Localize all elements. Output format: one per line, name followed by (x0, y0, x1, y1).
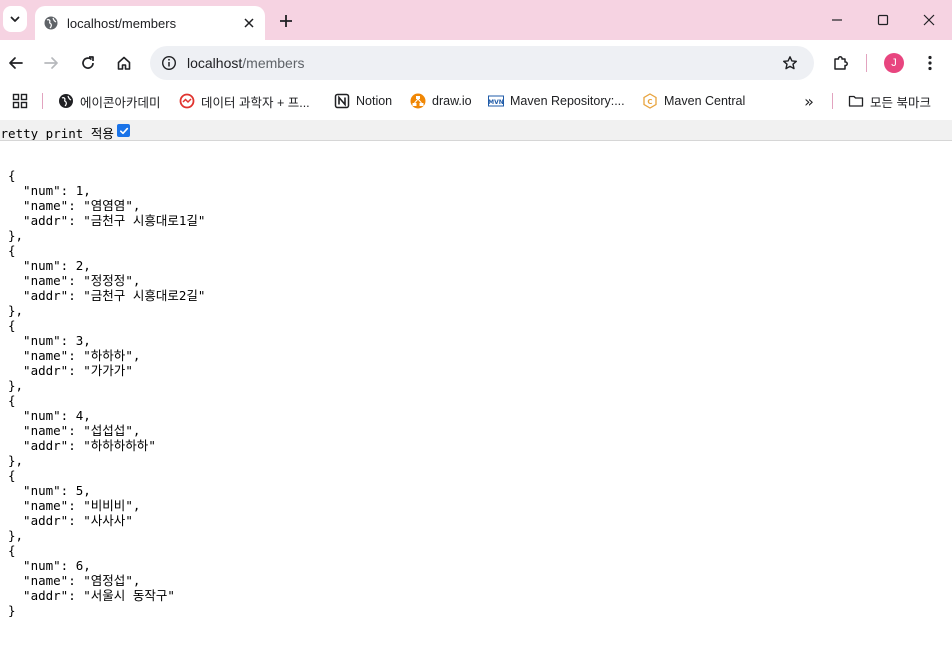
data-icon (179, 93, 195, 109)
close-icon (923, 14, 935, 26)
member-num-value: 3 (75, 333, 84, 348)
member-num-value: 5 (75, 483, 84, 498)
globe-icon (43, 15, 59, 31)
svg-text:C: C (647, 98, 652, 106)
bookmark-drawio[interactable]: draw.io (410, 89, 472, 113)
plus-icon (280, 15, 292, 27)
minimize-button[interactable] (822, 6, 852, 34)
member-name-value: 염정섭 (90, 573, 126, 588)
profile-avatar[interactable]: J (884, 53, 904, 73)
member-addr-value: 하하하하하 (90, 438, 149, 453)
page-content: Pretty print 적용 { "num": 1, "name": "염염염… (0, 120, 952, 659)
member-name-value: 하하하 (90, 348, 126, 363)
home-button[interactable] (112, 51, 136, 75)
all-bookmarks-folder[interactable]: 모든 북마크 (848, 89, 931, 113)
maximize-button[interactable] (868, 6, 898, 34)
tab-title: localhost/members (67, 15, 177, 31)
member-addr-value: 사사사 (90, 513, 126, 528)
maven-central-icon: C (642, 93, 658, 109)
active-tab[interactable]: localhost/members (35, 6, 265, 40)
close-window-button[interactable] (914, 6, 944, 34)
member-num-value: 1 (75, 183, 84, 198)
bookmark-label: Notion (356, 94, 393, 108)
bookmark-label: 데이터 과학자 + 프... (201, 95, 310, 110)
chevron-down-icon (10, 16, 20, 22)
json-member-object: { "num": 5, "name": "비비비", "addr": "사사사"… (8, 468, 141, 543)
minimize-icon (832, 19, 842, 21)
member-name-value: 섭섭섭 (90, 423, 126, 438)
bookmark-data-scientist[interactable]: 데이터 과학자 + 프... (179, 89, 310, 113)
site-info-icon[interactable] (158, 52, 180, 74)
bookmark-label: 에이콘아카데미 (80, 95, 161, 110)
url-text[interactable]: localhost/members (187, 55, 779, 71)
member-addr-value: 금천구 시흥대로1길 (90, 213, 198, 228)
folder-icon (848, 93, 864, 109)
bookmark-maven-repository[interactable]: MVN Maven Repository:... (488, 89, 625, 113)
json-member-object: { "num": 6, "name": "염정섭", "addr": "서울시 … (8, 543, 175, 618)
bookmark-star-icon[interactable] (779, 52, 801, 74)
json-member-object: { "num": 1, "name": "염염염", "addr": "금천구 … (8, 168, 206, 243)
browser-toolbar: localhost/members J (0, 40, 952, 86)
bookmark-label: 모든 북마크 (870, 95, 931, 110)
arrow-left-icon (9, 57, 23, 69)
apps-button[interactable] (10, 91, 30, 111)
member-num-value: 4 (75, 408, 84, 423)
back-button[interactable] (4, 51, 28, 75)
home-icon (117, 56, 131, 70)
member-name-value: 염염염 (90, 198, 126, 213)
pretty-print-label: Pretty print 적용 (0, 126, 114, 141)
member-name-value: 정정정 (90, 273, 126, 288)
forward-button[interactable] (39, 51, 63, 75)
new-tab-button[interactable] (274, 9, 298, 33)
pretty-print-checkbox[interactable] (117, 124, 130, 137)
json-body: { "num": 1, "name": "염염염", "addr": "금천구 … (8, 168, 205, 618)
maximize-icon (877, 14, 889, 26)
bookmarks-divider (42, 93, 43, 109)
tab-search-button[interactable] (3, 6, 27, 32)
url-host: localhost (187, 55, 243, 71)
json-member-object: { "num": 3, "name": "하하하", "addr": "가가가"… (8, 318, 141, 393)
browser-menu-button[interactable] (920, 51, 940, 75)
bookmark-label: Maven Central (664, 94, 746, 108)
json-member-object: { "num": 2, "name": "정정정", "addr": "금천구 … (8, 243, 206, 318)
globe-icon (58, 93, 74, 109)
bookmark-maven-central[interactable]: C Maven Central (642, 89, 745, 113)
arrow-right-icon (44, 57, 58, 69)
svg-text:MVN: MVN (488, 99, 504, 106)
json-member-object: { "num": 4, "name": "섭섭섭", "addr": "하하하하… (8, 393, 156, 468)
member-num-value: 6 (75, 558, 84, 573)
close-tab-icon[interactable] (239, 13, 259, 33)
bookmarks-divider (832, 93, 833, 109)
tab-strip: localhost/members (0, 0, 952, 40)
member-name-value: 비비비 (90, 498, 126, 513)
more-vertical-icon (928, 55, 932, 71)
address-bar[interactable]: localhost/members (150, 46, 814, 80)
checkmark-icon (119, 127, 128, 134)
reload-icon (82, 56, 94, 69)
bookmarks-bar: 에이콘아카데미 데이터 과학자 + 프... Notion draw.io MV… (0, 86, 952, 120)
url-path: /members (242, 55, 305, 71)
extensions-button[interactable] (829, 51, 853, 75)
toolbar-divider (866, 54, 867, 72)
bookmark-notion[interactable]: Notion (334, 89, 392, 113)
bookmark-label: Maven Repository:... (510, 94, 625, 108)
bookmark-label: draw.io (432, 94, 472, 108)
puzzle-icon (834, 56, 848, 70)
member-num-value: 2 (75, 258, 84, 273)
notion-icon (334, 93, 350, 109)
member-addr-value: 금천구 시흥대로2길 (90, 288, 198, 303)
member-addr-value: 서울시 동작구 (90, 588, 168, 603)
bookmark-acorn-academy[interactable]: 에이콘아카데미 (58, 89, 161, 113)
more-bookmarks-chevron-icon[interactable]: » (800, 91, 818, 111)
drawio-icon (410, 93, 426, 109)
mvn-icon: MVN (488, 93, 504, 109)
reload-button[interactable] (76, 51, 100, 75)
member-addr-value: 가가가 (90, 363, 126, 378)
pretty-print-bar: Pretty print 적용 (0, 120, 952, 141)
apps-grid-icon (12, 93, 28, 109)
